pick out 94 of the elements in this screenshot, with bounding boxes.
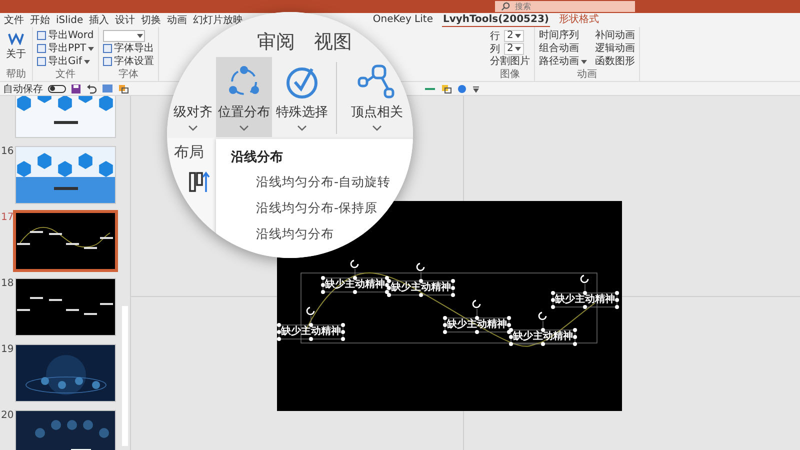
ribbon-button[interactable]: 时间序列 — [539, 29, 587, 42]
slide-thumbnail[interactable] — [15, 278, 116, 336]
number-field[interactable]: 2 — [504, 30, 524, 42]
group-label: 文件 — [54, 69, 77, 81]
ribbon-button[interactable]: 导出Gif — [37, 55, 94, 68]
caret-icon — [88, 46, 94, 50]
scrollbar-thumb[interactable] — [122, 306, 128, 446]
caret-icon — [84, 60, 90, 64]
font-dropdown[interactable] — [103, 30, 146, 42]
check-circle-icon — [284, 65, 320, 99]
ribbon-tab[interactable]: OneKey Lite — [372, 13, 434, 27]
text-box[interactable]: 缺少主动精神 — [553, 293, 617, 307]
nodes-icon — [357, 63, 397, 99]
logo-icon — [8, 31, 24, 45]
rotate-icon[interactable] — [416, 262, 425, 272]
slide-thumbnail[interactable] — [15, 212, 116, 270]
menu-item[interactable]: 沿线均匀分布-自动旋转 — [256, 174, 391, 191]
selection-handles-drawing[interactable] — [443, 308, 511, 334]
autosave-label: 自动保存 — [3, 82, 43, 96]
about-button[interactable]: 关于 — [4, 29, 28, 68]
caret-icon — [137, 34, 144, 38]
ribbon-button[interactable]: 分割图片 — [490, 55, 530, 68]
ribbon-button[interactable]: 逻辑动画 — [595, 42, 635, 55]
undo-icon[interactable] — [86, 84, 97, 94]
menu-item[interactable]: 沿线均匀分布-保持原 — [256, 200, 378, 217]
chevron-icon — [372, 125, 382, 131]
rotate-icon[interactable] — [538, 312, 547, 320]
align-top-icon[interactable] — [189, 170, 211, 194]
slide-number: 16 — [1, 146, 14, 157]
slide-thumbnail[interactable] — [15, 344, 116, 402]
ribbon-button[interactable]: 特殊选择 — [274, 57, 330, 137]
menu-header: 沿线分布 — [231, 149, 283, 166]
selection-handles-drawing[interactable] — [387, 272, 455, 297]
ribbon-tab[interactable]: 切换 — [140, 14, 162, 26]
chevron-icon — [239, 125, 249, 131]
chevron-icon — [297, 125, 307, 131]
ribbon-tab[interactable]: 开始 — [29, 14, 51, 26]
ribbon-button[interactable]: 路径动画 — [539, 55, 587, 68]
ribbon-button[interactable]: 位置分布 — [216, 57, 272, 137]
slide-number: 20 — [1, 410, 14, 421]
caret-icon[interactable] — [472, 84, 480, 92]
ribbon-tab[interactable]: 动画 — [166, 14, 188, 26]
selection-handles-drawing[interactable] — [551, 284, 619, 309]
chevron-icon — [188, 125, 198, 131]
ribbon-tab[interactable]: 插入 — [88, 14, 110, 26]
rotate-icon[interactable] — [580, 274, 589, 284]
text-box[interactable]: 缺少主动精神 — [445, 318, 509, 332]
group-label: 帮助 — [5, 69, 27, 81]
selection-handles-drawing[interactable] — [509, 320, 577, 346]
ribbon-tab[interactable]: 审阅 — [257, 29, 295, 55]
ribbon-button[interactable]: 组合动画 — [539, 42, 587, 55]
ribbon-tab[interactable]: 文件 — [3, 14, 25, 26]
menu-item[interactable]: 沿线均匀分布 — [256, 226, 334, 243]
ribbon-button[interactable]: 补间动画 — [595, 29, 635, 42]
spinner-label: 行 — [490, 30, 500, 42]
number-field[interactable]: 2 — [504, 42, 524, 54]
ribbon-tab[interactable]: iSlide — [55, 14, 84, 26]
shapes-icon[interactable] — [118, 84, 129, 94]
slide-icon[interactable] — [102, 84, 113, 93]
ribbon-button[interactable]: 字体设置 — [103, 55, 154, 68]
caret-icon — [515, 46, 522, 50]
selection-handles-drawing[interactable] — [277, 316, 345, 341]
rotate-icon[interactable] — [306, 306, 315, 316]
circle-icon[interactable] — [457, 84, 467, 94]
slide-number: 17 — [1, 212, 14, 223]
rotate-icon[interactable] — [350, 260, 359, 268]
group-label: 字体 — [118, 69, 140, 81]
caret-icon — [515, 34, 522, 38]
ribbon-tab[interactable]: 视图 — [314, 29, 352, 55]
ribbon-tab[interactable]: 形状格式 — [558, 13, 600, 27]
caret-icon — [581, 60, 587, 64]
ribbon-tab[interactable]: 设计 — [114, 14, 136, 26]
search-field[interactable]: 搜索 — [495, 1, 635, 12]
search-icon — [501, 2, 510, 11]
ribbon-button[interactable]: 字体导出 — [103, 42, 154, 55]
ribbon-button[interactable]: 函数图形 — [595, 55, 635, 68]
autosave-toggle[interactable] — [48, 84, 66, 92]
text-box[interactable]: 缺少主动精神 — [279, 325, 343, 339]
slide-number: 19 — [1, 344, 14, 355]
ribbon-button[interactable]: 级对齐 — [172, 100, 214, 137]
ribbon-button[interactable]: 导出PPT — [37, 42, 94, 55]
group-label: 布局 — [174, 143, 204, 162]
slide-thumbnail[interactable] — [15, 146, 116, 204]
shapes-icon[interactable] — [441, 84, 452, 94]
group-label: 图像 — [499, 69, 521, 81]
group-label: 动画 — [576, 69, 598, 81]
ribbon-button[interactable]: 导出Word — [37, 29, 94, 42]
slide-thumbnail[interactable] — [15, 96, 116, 138]
spinner-label: 列 — [490, 42, 500, 56]
rotate-icon[interactable] — [472, 300, 481, 308]
selection-handles-drawing[interactable] — [321, 268, 389, 294]
ribbon-button[interactable]: 顶点相关 — [349, 57, 405, 137]
save-icon[interactable] — [71, 84, 81, 94]
slide-number: 18 — [1, 278, 14, 289]
